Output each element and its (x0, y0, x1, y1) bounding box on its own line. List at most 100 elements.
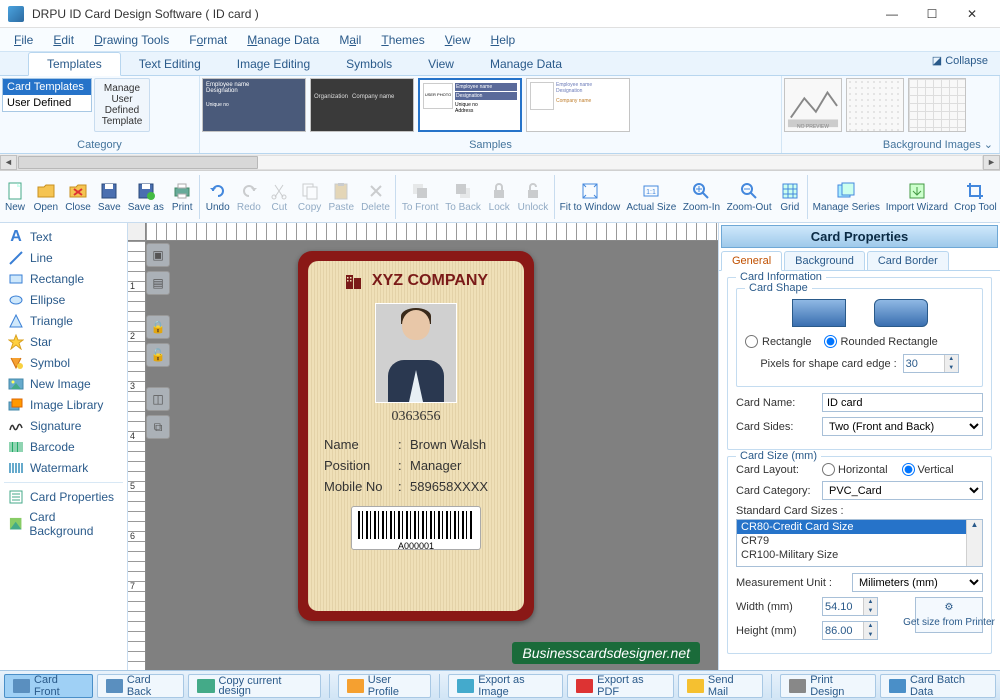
scroll-right-arrow[interactable]: ► (983, 155, 1000, 170)
layer-forward-button[interactable]: ▤ (146, 271, 170, 295)
menu-mail[interactable]: Mail (329, 31, 371, 49)
to-front-button[interactable]: To Front (398, 173, 441, 221)
tool-image-library[interactable]: Image Library (4, 395, 123, 415)
standard-sizes-list[interactable]: CR80-Credit Card Size CR79 CR100-Militar… (736, 519, 983, 567)
ribbon-tab-templates[interactable]: Templates (28, 52, 121, 76)
export-image-button[interactable]: Export as Image (448, 674, 563, 698)
spin-up[interactable]: ▲ (944, 355, 958, 364)
scroll-track[interactable] (17, 155, 983, 170)
tool-ellipse[interactable]: Ellipse (4, 290, 123, 310)
redo-button[interactable]: Redo (233, 173, 264, 221)
menu-themes[interactable]: Themes (371, 31, 434, 49)
lock-layer-button[interactable]: 🔒 (146, 315, 170, 339)
bg-thumb-1[interactable]: NO PREVIEW (784, 78, 842, 132)
ribbon-hscrollbar[interactable]: ◄ ► (0, 154, 1000, 171)
card-sides-select[interactable]: Two (Front and Back) (822, 417, 983, 436)
menu-file[interactable]: File (4, 31, 43, 49)
scroll-left-arrow[interactable]: ◄ (0, 155, 17, 170)
to-back-button[interactable]: To Back (442, 173, 484, 221)
tool-triangle[interactable]: Triangle (4, 311, 123, 331)
radio-horizontal[interactable]: Horizontal (822, 463, 888, 476)
category-user-defined[interactable]: User Defined (3, 95, 91, 111)
id-card[interactable]: XYZ COMPANY 0363656 Name:Brown Walsh Pos… (298, 251, 534, 621)
user-profile-button[interactable]: User Profile (338, 674, 431, 698)
card-name-input[interactable] (822, 393, 983, 412)
scroll-thumb[interactable] (18, 156, 258, 169)
save-as-button[interactable]: Save as (124, 173, 167, 221)
menu-view[interactable]: View (435, 31, 481, 49)
list-scrollbar[interactable]: ▲ (966, 520, 982, 566)
undo-button[interactable]: Undo (202, 173, 233, 221)
spin-down[interactable]: ▼ (863, 631, 877, 640)
ribbon-tab-image-editing[interactable]: Image Editing (219, 53, 328, 75)
menu-format[interactable]: Format (179, 31, 237, 49)
group-button[interactable]: ◫ (146, 387, 170, 411)
tab-general[interactable]: General (721, 251, 782, 271)
bg-thumb-3[interactable] (908, 78, 966, 132)
spin-down[interactable]: ▼ (944, 364, 958, 373)
ungroup-button[interactable]: ⧉ (146, 415, 170, 439)
sample-template-3[interactable]: USER PHOTO Employee name Designation Uni… (418, 78, 522, 132)
print-design-button[interactable]: Print Design (780, 674, 876, 698)
measurement-unit-select[interactable]: Milimeters (mm) (852, 573, 983, 592)
card-category-select[interactable]: PVC_Card (822, 481, 983, 500)
tool-line[interactable]: Line (4, 248, 123, 268)
radio-rounded-rectangle[interactable]: Rounded Rectangle (824, 335, 938, 348)
close-button[interactable]: ✕ (952, 2, 992, 26)
menu-help[interactable]: Help (481, 31, 526, 49)
tab-background[interactable]: Background (784, 251, 865, 270)
actual-size-button[interactable]: 1:1Actual Size (623, 173, 679, 221)
tool-signature[interactable]: Signature (4, 416, 123, 436)
manage-series-button[interactable]: Manage Series (810, 173, 883, 221)
sample-template-2[interactable]: OrganizationCompany name (310, 78, 414, 132)
width-spinner[interactable]: 54.10▲▼ (822, 597, 878, 616)
open-button[interactable]: Open (30, 173, 62, 221)
tool-text[interactable]: AText (4, 227, 123, 247)
unlock-button[interactable]: Unlock (514, 173, 552, 221)
close-button-tb[interactable]: Close (62, 173, 95, 221)
crop-tool-button[interactable]: Crop Tool (951, 173, 1000, 221)
tool-star[interactable]: Star (4, 332, 123, 352)
import-wizard-button[interactable]: Import Wizard (883, 173, 951, 221)
pixels-spinner[interactable]: 30▲▼ (903, 354, 959, 373)
size-cr80[interactable]: CR80-Credit Card Size (737, 520, 982, 534)
spin-down[interactable]: ▼ (863, 607, 877, 616)
radio-vertical[interactable]: Vertical (902, 463, 954, 476)
delete-button[interactable]: Delete (358, 173, 394, 221)
zoom-in-button[interactable]: Zoom-In (679, 173, 723, 221)
spin-up[interactable]: ▲ (863, 598, 877, 607)
spin-up[interactable]: ▲ (863, 622, 877, 631)
copy-button[interactable]: Copy (294, 173, 325, 221)
tool-rectangle[interactable]: Rectangle (4, 269, 123, 289)
height-spinner[interactable]: 86.00▲▼ (822, 621, 878, 640)
card-batch-data-button[interactable]: Card Batch Data (880, 674, 996, 698)
save-button[interactable]: Save (94, 173, 124, 221)
new-button[interactable]: New (0, 173, 30, 221)
ribbon-tab-manage-data[interactable]: Manage Data (472, 53, 580, 75)
fit-window-button[interactable]: Fit to Window (557, 173, 623, 221)
sample-template-4[interactable]: Employee name Designation Company name (526, 78, 630, 132)
category-card-templates[interactable]: Card Templates (3, 79, 91, 95)
cut-button[interactable]: Cut (264, 173, 294, 221)
tool-card-properties[interactable]: Card Properties (4, 482, 123, 507)
lock-button[interactable]: Lock (484, 173, 514, 221)
export-pdf-button[interactable]: Export as PDF (567, 674, 674, 698)
bg-thumb-2[interactable] (846, 78, 904, 132)
size-cr79[interactable]: CR79 (737, 534, 982, 548)
tab-card-border[interactable]: Card Border (867, 251, 949, 270)
send-mail-button[interactable]: Send Mail (678, 674, 763, 698)
canvas-area[interactable]: 1234567 ▣ ▤ 🔒 🔓 ◫ ⧉ XYZ COMPANY (128, 223, 718, 670)
unlock-layer-button[interactable]: 🔓 (146, 343, 170, 367)
maximize-button[interactable]: ☐ (912, 2, 952, 26)
tool-card-background[interactable]: Card Background (4, 508, 123, 540)
tool-symbol[interactable]: Symbol (4, 353, 123, 373)
category-list[interactable]: Card Templates User Defined (2, 78, 92, 112)
ribbon-tab-symbols[interactable]: Symbols (328, 53, 410, 75)
menu-manage-data[interactable]: Manage Data (237, 31, 329, 49)
manage-user-template-button[interactable]: Manage User Defined Template (94, 78, 150, 132)
ribbon-tab-view[interactable]: View (410, 53, 472, 75)
paste-button[interactable]: Paste (325, 173, 358, 221)
minimize-button[interactable]: — (872, 2, 912, 26)
radio-rectangle[interactable]: Rectangle (745, 335, 812, 348)
copy-current-design-button[interactable]: Copy current design (188, 674, 320, 698)
